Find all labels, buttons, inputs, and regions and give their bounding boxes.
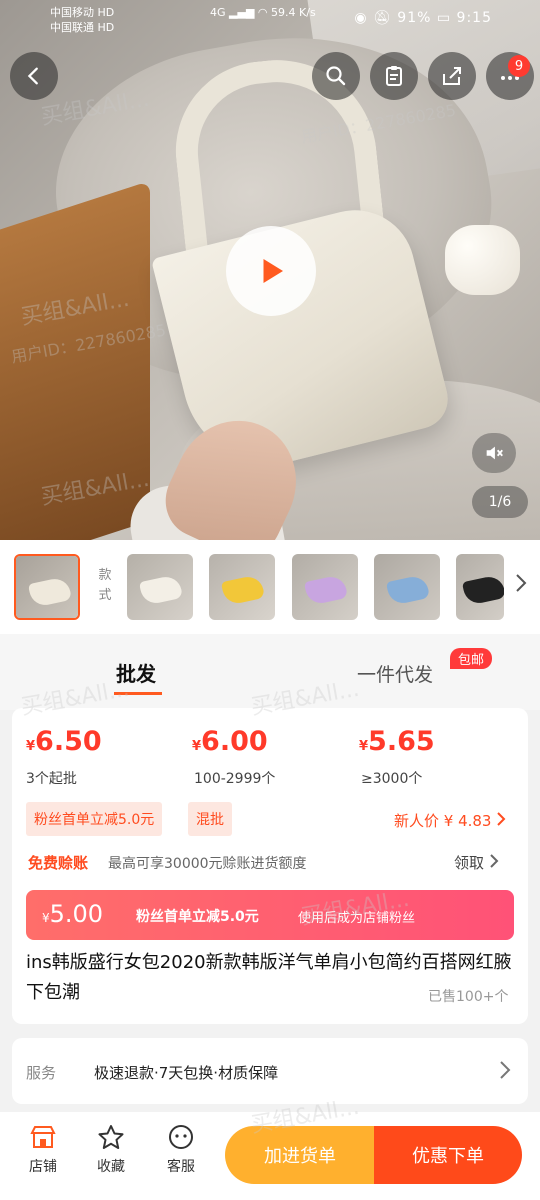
speaker-mute-icon: [486, 446, 503, 460]
carrier-1: 中国移动 HD: [50, 6, 115, 19]
back-button[interactable]: [10, 52, 58, 100]
price-tier-3: ¥5.65: [359, 726, 435, 757]
notification-badge: 9: [508, 55, 530, 77]
share-icon: [443, 67, 461, 85]
variant-label: 款式: [98, 568, 112, 603]
battery-icon: ▭: [436, 10, 452, 26]
thumbnail-variant[interactable]: [292, 554, 358, 620]
variant-thumbnails: 款式: [0, 540, 540, 634]
chat-face-icon: [169, 1125, 193, 1149]
purchase-mode-tabs: 批发 一件代发 包邮: [0, 634, 540, 710]
shop-icon: [30, 1126, 56, 1148]
price-tier-3-qty: ≥3000个: [361, 771, 423, 787]
carrier-2: 中国联通 HD: [50, 21, 115, 34]
price-tier-2: ¥6.00: [192, 726, 268, 757]
active-tab-indicator: [114, 692, 162, 695]
credit-label: 免费赊账: [28, 854, 89, 872]
service-row[interactable]: 服务 极速退款·7天包换·材质保障: [12, 1038, 528, 1104]
thumbnail-variant[interactable]: [209, 554, 275, 620]
fans-coupon-banner[interactable]: ¥5.00 粉丝首单立减5.0元 使用后成为店铺粉丝: [26, 890, 514, 940]
fans-discount-tag: 粉丝首单立减5.0元: [26, 802, 163, 836]
thumbnail-variant[interactable]: [127, 554, 193, 620]
purchase-list-button[interactable]: [370, 52, 418, 100]
thumbnail-variant[interactable]: [374, 554, 440, 620]
wifi-icon: ◠: [257, 6, 268, 19]
eye-icon: ◉: [354, 10, 368, 26]
search-button[interactable]: [312, 52, 360, 100]
signal-icon: ▂▄▆: [229, 6, 255, 19]
play-icon: [263, 259, 283, 283]
customer-service-button[interactable]: 客服: [156, 1124, 206, 1176]
chevron-right-icon[interactable]: [512, 570, 530, 596]
tab-wholesale[interactable]: 批发: [116, 658, 156, 687]
back-arrow-icon: [27, 67, 38, 85]
mute-button[interactable]: [472, 433, 516, 473]
media-pager: 1/6: [472, 486, 528, 518]
sold-count: 已售100+个: [428, 989, 509, 1005]
battery-level: 91%: [397, 10, 432, 26]
add-to-stock-list-button[interactable]: 加进货单: [225, 1126, 375, 1184]
tab-dropship[interactable]: 一件代发: [357, 660, 433, 687]
mixed-batch-tag: 混批: [188, 802, 232, 836]
mute-bell-icon: 🔕︎: [373, 10, 392, 26]
star-icon: [98, 1125, 124, 1149]
price-tier-2-qty: 100-2999个: [194, 771, 276, 787]
favorite-button[interactable]: 收藏: [86, 1124, 136, 1176]
network-type: 4G: [210, 6, 226, 19]
price-tier-1: ¥6.50: [26, 726, 102, 757]
free-shipping-badge: 包邮: [450, 648, 493, 669]
status-bar: 中国移动 HD 中国联通 HD 4G ▂▄▆ ◠ 59.4 K/s ◉ 🔕︎ 9…: [0, 0, 540, 40]
chevron-right-icon: [490, 854, 499, 868]
coupon-title: 粉丝首单立减5.0元: [136, 909, 259, 925]
discount-order-button[interactable]: 优惠下单: [374, 1126, 522, 1184]
share-button[interactable]: [428, 52, 476, 100]
play-button[interactable]: [226, 226, 316, 316]
background-candle: [445, 225, 520, 295]
chevron-right-icon: [500, 1061, 511, 1079]
search-icon: [326, 66, 346, 86]
chevron-right-icon: [497, 812, 506, 826]
new-user-price[interactable]: 新人价 ¥ 4.83: [394, 810, 506, 831]
service-label: 服务: [26, 1064, 57, 1082]
service-value: 极速退款·7天包换·材质保障: [94, 1064, 279, 1082]
shop-button[interactable]: 店铺: [18, 1124, 68, 1176]
clock: 9:15: [456, 10, 492, 26]
coupon-note: 使用后成为店铺粉丝: [298, 911, 416, 926]
coupon-amount: ¥5.00: [42, 900, 104, 928]
credit-claim-link[interactable]: 领取: [454, 852, 499, 873]
thumbnail-variant[interactable]: [456, 554, 504, 620]
net-speed: 59.4 K/s: [271, 6, 316, 19]
credit-description: 最高可享30000元赊账进货额度: [108, 856, 307, 872]
bottom-action-bar: 店铺 收藏 客服 加进货单 优惠下单: [0, 1112, 540, 1200]
price-tier-1-qty: 3个起批: [26, 771, 77, 787]
price-card: ¥6.50 3个起批 ¥6.00 100-2999个 ¥5.65 ≥3000个 …: [12, 708, 528, 1024]
thumbnail-main[interactable]: [14, 554, 80, 620]
clipboard-icon: [386, 66, 402, 86]
background-armrest: [0, 180, 150, 540]
